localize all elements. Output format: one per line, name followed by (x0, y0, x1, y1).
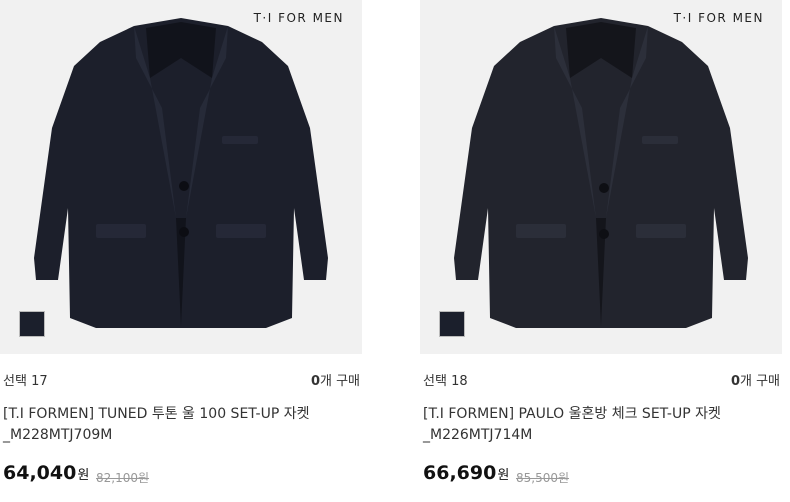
product-image[interactable]: T·I FOR MEN (0, 0, 362, 354)
product-name[interactable]: [T.I FORMEN] TUNED 투톤 울 100 SET-UP 자켓 _M… (3, 404, 363, 446)
product-image[interactable]: T·I FOR MEN (420, 0, 782, 354)
sale-price: 66,690원 (423, 462, 510, 484)
purchase-count: 0개 구매 (730, 374, 780, 389)
purchase-count: 0개 구매 (310, 374, 360, 389)
sale-price: 64,040원 (3, 462, 90, 484)
product-card[interactable]: T·I FOR MEN 선택 17 0개 구매 [T.I FORMEN] TUN… (0, 0, 362, 502)
original-price: 85,500원 (516, 471, 570, 485)
color-swatch[interactable] (439, 311, 465, 337)
original-price: 82,100원 (96, 471, 150, 485)
select-count: 선택 17 (3, 374, 48, 389)
jacket-image (34, 18, 328, 328)
select-count: 선택 18 (423, 374, 468, 389)
color-swatch[interactable] (19, 311, 45, 337)
product-card[interactable]: T·I FOR MEN 선택 18 0개 구매 [T.I FORMEN] PAU… (420, 0, 782, 502)
product-name[interactable]: [T.I FORMEN] PAULO 울혼방 체크 SET-UP 자켓 _M22… (423, 404, 783, 446)
jacket-image (454, 18, 748, 328)
